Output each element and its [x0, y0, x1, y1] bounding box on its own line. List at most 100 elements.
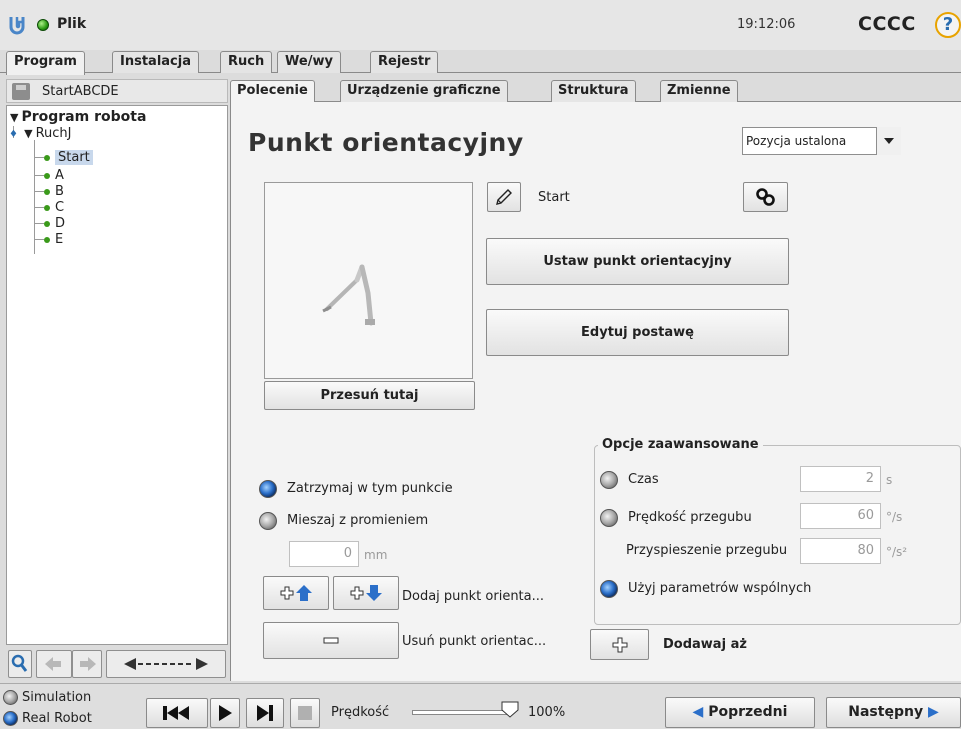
play-icon — [219, 705, 232, 721]
simulation-radio[interactable] — [3, 690, 18, 705]
node-icon: ♦ — [9, 129, 18, 140]
tab-structure[interactable]: Struktura — [551, 80, 636, 102]
search-button[interactable] — [8, 650, 32, 678]
joint-speed-unit: °/s — [886, 510, 903, 524]
tab-graphics[interactable]: Urządzenie graficzne — [340, 80, 508, 102]
undo-icon — [45, 657, 61, 671]
robot-name: CCCC — [858, 13, 916, 35]
save-icon[interactable] — [12, 83, 30, 100]
expand-tree-button[interactable] — [106, 650, 226, 678]
tab-move[interactable]: Ruch — [220, 51, 273, 73]
waypoint-name: Start — [538, 190, 570, 205]
speed-slider-thumb[interactable] — [501, 701, 519, 718]
arrow-right-icon: ▶ — [927, 704, 939, 720]
chevron-down-icon[interactable] — [876, 127, 901, 155]
shared-params-label: Użyj parametrów wspólnych — [628, 581, 812, 596]
blend-radius-unit: mm — [364, 548, 388, 562]
tree-item-a[interactable]: A — [34, 168, 64, 183]
simulation-label: Simulation — [22, 690, 92, 705]
tree-item-start[interactable]: Start — [34, 150, 93, 165]
program-name: StartABCDE — [42, 84, 119, 99]
time-label: Czas — [628, 472, 659, 487]
tab-io[interactable]: We/wy — [277, 51, 341, 73]
stop-button[interactable] — [290, 698, 320, 728]
tab-variables[interactable]: Zmienne — [660, 80, 738, 102]
remove-waypoint-button[interactable] — [263, 622, 399, 659]
add-waypoint-before-button[interactable] — [263, 576, 329, 610]
redo-button[interactable] — [72, 650, 102, 678]
joint-accel-unit: °/s² — [886, 545, 908, 559]
tree-item-b[interactable]: B — [34, 184, 64, 199]
time-radio[interactable] — [600, 471, 618, 489]
tree-item-e[interactable]: E — [34, 232, 63, 247]
step-button[interactable] — [246, 698, 284, 728]
speed-label: Prędkość — [331, 705, 390, 720]
time-input[interactable]: 2 — [800, 466, 881, 492]
waypoint-dot-icon — [44, 172, 50, 179]
shared-params-radio[interactable] — [600, 580, 618, 598]
add-up-icon — [280, 585, 312, 601]
waypoint-dot-icon — [44, 236, 50, 243]
redo-icon — [80, 657, 96, 671]
set-waypoint-button[interactable]: Ustaw punkt orientacyjny — [486, 238, 789, 285]
real-robot-label: Real Robot — [22, 711, 92, 726]
blend-radius-input[interactable]: 0 — [289, 541, 359, 567]
double-arrow-icon — [124, 658, 208, 670]
waypoint-dot-icon — [44, 204, 50, 211]
search-icon — [11, 654, 28, 672]
joint-accel-input[interactable]: 80 — [800, 538, 881, 564]
title-bar — [0, 0, 961, 50]
tree-root[interactable]: ▼ Program robota — [10, 110, 146, 125]
file-menu[interactable]: Plik — [57, 16, 86, 32]
waypoint-dot-icon — [44, 220, 50, 227]
move-here-button[interactable]: Przesuń tutaj — [264, 381, 475, 410]
waypoint-dot-icon — [44, 154, 50, 161]
skip-forward-icon — [257, 705, 273, 721]
bottom-bar — [0, 683, 961, 729]
program-tree[interactable]: ▼ Program robota ♦ ▼ RuchJ Start A B C D E — [6, 105, 228, 645]
tree-node-movej[interactable]: ♦ ▼ RuchJ — [9, 126, 72, 142]
link-icon — [755, 188, 775, 206]
minus-icon — [323, 637, 339, 644]
speed-value: 100% — [528, 705, 566, 720]
tree-item-d[interactable]: D — [34, 216, 65, 231]
tab-program[interactable]: Program — [6, 51, 85, 75]
plus-icon — [612, 637, 627, 653]
robot-status-indicator — [37, 19, 49, 31]
expand-icon[interactable]: ▼ — [24, 126, 32, 141]
joint-speed-label: Prędkość przegubu — [628, 510, 752, 525]
joint-speed-input[interactable]: 60 — [800, 503, 881, 529]
undo-button[interactable] — [36, 650, 72, 678]
speed-slider-track[interactable] — [412, 710, 512, 715]
rewind-button[interactable] — [146, 698, 208, 728]
pencil-icon — [496, 189, 512, 205]
dropdown-value: Pozycja ustalona — [746, 134, 847, 148]
stop-at-point-radio[interactable] — [259, 480, 277, 498]
ur-logo-icon — [9, 17, 25, 35]
time-unit: s — [886, 473, 893, 487]
link-button[interactable] — [743, 182, 788, 212]
robot-pose-preview — [264, 182, 473, 379]
tab-command[interactable]: Polecenie — [230, 80, 315, 102]
expand-icon[interactable]: ▼ — [10, 110, 18, 125]
play-button[interactable] — [210, 698, 240, 728]
previous-button[interactable]: ◀ Poprzedni — [665, 697, 815, 728]
real-robot-radio[interactable] — [3, 711, 18, 726]
add-waypoint-after-button[interactable] — [333, 576, 399, 610]
blend-radius-radio[interactable] — [259, 512, 277, 530]
robot-arm-icon — [322, 264, 375, 326]
tab-log[interactable]: Rejestr — [370, 51, 439, 73]
edit-pose-button[interactable]: Edytuj postawę — [486, 309, 789, 356]
tree-item-c[interactable]: C — [34, 200, 64, 215]
joint-speed-radio[interactable] — [600, 509, 618, 527]
waypoint-dot-icon — [44, 188, 50, 195]
stop-at-point-label: Zatrzymaj w tym punkcie — [287, 481, 453, 496]
tab-installation[interactable]: Instalacja — [112, 51, 199, 73]
add-waypoint-label: Dodaj punkt orienta... — [402, 589, 545, 604]
add-until-button[interactable] — [590, 629, 649, 660]
next-button[interactable]: Następny ▶ — [826, 697, 961, 728]
rename-button[interactable] — [487, 182, 521, 212]
joint-accel-label: Przyspieszenie przegubu — [626, 543, 788, 558]
clock: 19:12:06 — [737, 17, 796, 32]
help-icon[interactable]: ? — [935, 12, 961, 38]
